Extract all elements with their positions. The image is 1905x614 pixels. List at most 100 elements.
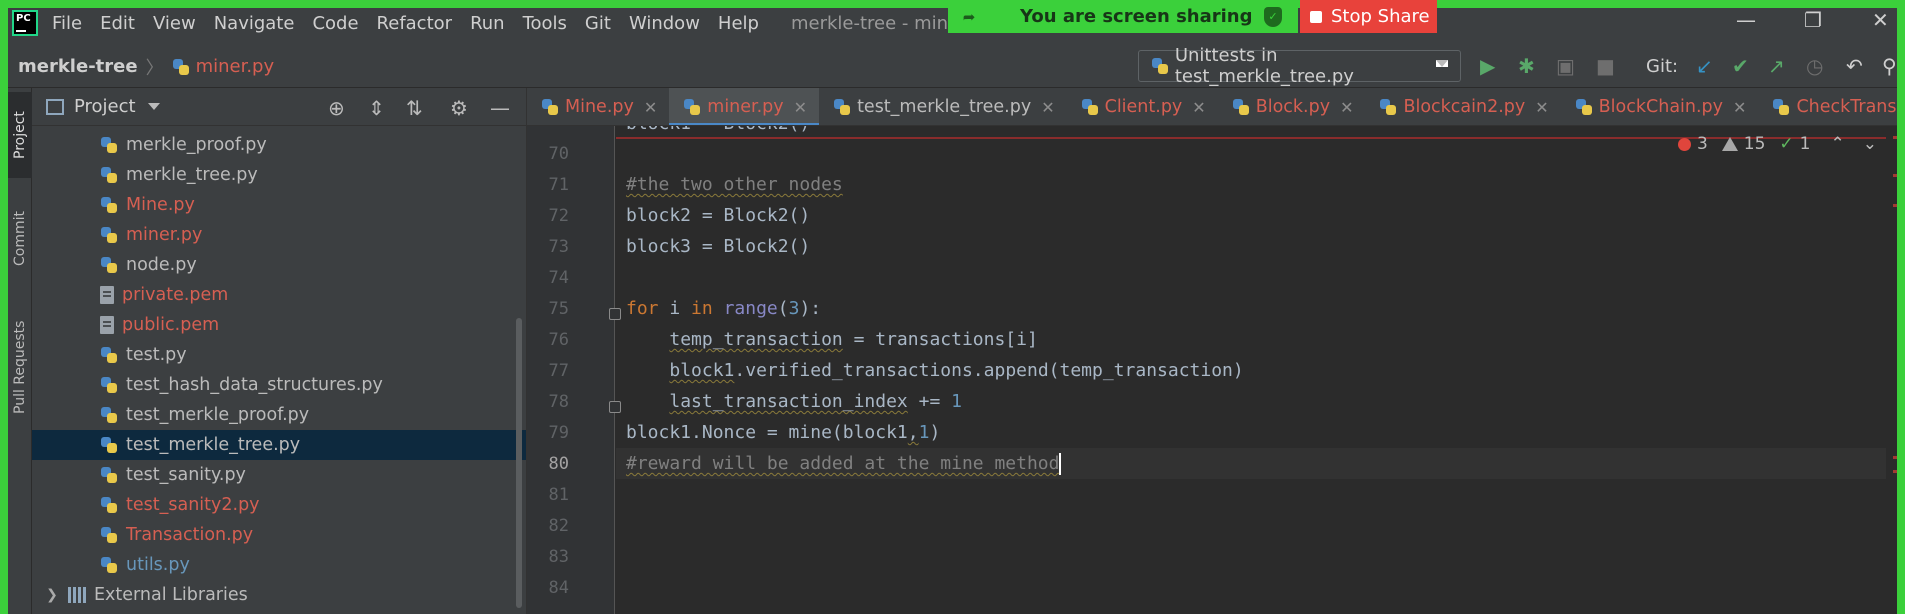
code-line-current: #reward will be added at the mine method	[616, 448, 1886, 479]
editor-tab[interactable]: Client.py ✕	[1067, 88, 1218, 125]
close-window-icon[interactable]: ✕	[1872, 8, 1889, 32]
line-number: 71	[548, 175, 569, 195]
python-file-icon	[100, 196, 118, 214]
chevron-right-icon[interactable]: ❯	[42, 587, 62, 603]
stop-icon[interactable]: ■	[1596, 54, 1615, 78]
editor: Mine.py ✕ miner.py ✕ test_merkle_tree.py ✕ …	[526, 88, 1905, 614]
tool-tab-pull-requests[interactable]: Pull Requests	[8, 302, 32, 432]
editor-tab[interactable]: Mine.py ✕	[527, 88, 669, 125]
line-number: 83	[548, 547, 569, 567]
editor-tab[interactable]: test_merkle_tree.py ✕	[819, 88, 1067, 125]
menu-git[interactable]: Git	[585, 13, 611, 34]
coverage-icon[interactable]: ▣	[1556, 54, 1575, 78]
git-push-icon[interactable]: ↗	[1768, 54, 1785, 78]
run-config-label: Unittests in test_merkle_tree.py	[1174, 45, 1354, 87]
tree-file[interactable]: test.py	[32, 340, 526, 370]
tree-file[interactable]: public.pem	[32, 310, 526, 340]
previous-highlight-icon[interactable]: ⌃	[1831, 134, 1845, 154]
code-line: last_transaction_index += 1	[669, 391, 962, 412]
close-tab-icon[interactable]: ✕	[794, 98, 807, 117]
tree-file[interactable]: test_sanity.py	[32, 460, 526, 490]
git-commit-icon[interactable]: ✔	[1732, 54, 1749, 78]
line-number-gutter[interactable]: 70 71 72 73 74 75 76 77 78 79 80 81 82 8…	[527, 126, 621, 614]
hide-panel-icon[interactable]: —	[490, 96, 510, 120]
expand-all-icon[interactable]: ⇕	[368, 96, 385, 120]
tree-external-libraries[interactable]: ❯ External Libraries	[32, 580, 526, 610]
tree-file[interactable]: node.py	[32, 250, 526, 280]
python-file-icon	[172, 58, 190, 76]
error-marker[interactable]	[1893, 136, 1903, 139]
restore-icon[interactable]: ❐	[1804, 8, 1822, 32]
error-count: 3	[1696, 134, 1708, 154]
inspection-widget[interactable]: 3 15 ✓ 1 ⌃ ⌄	[1677, 134, 1877, 154]
menu-file[interactable]: File	[52, 13, 82, 34]
stop-share-button[interactable]: Stop Share	[1300, 0, 1437, 33]
tree-file[interactable]: miner.py	[32, 220, 526, 250]
error-marker[interactable]	[1893, 470, 1903, 473]
git-update-icon[interactable]: ↙	[1696, 54, 1713, 78]
error-marker[interactable]	[1893, 456, 1903, 459]
menu-edit[interactable]: Edit	[100, 13, 135, 34]
tree-file[interactable]: test_merkle_proof.py	[32, 400, 526, 430]
tree-file[interactable]: merkle_tree.py	[32, 160, 526, 190]
code-line: block1.Nonce = mine(block1,1)	[626, 422, 941, 443]
python-file-icon	[1575, 98, 1593, 116]
close-tab-icon[interactable]: ✕	[1535, 98, 1548, 117]
tree-file[interactable]: utils.py	[32, 550, 526, 580]
error-stripe[interactable]	[1887, 126, 1905, 614]
menu-tools[interactable]: Tools	[523, 13, 567, 34]
debug-icon[interactable]: ✱	[1518, 54, 1535, 78]
error-marker[interactable]	[1893, 204, 1903, 207]
editor-tab[interactable]: BlockChain.py ✕	[1561, 88, 1759, 125]
error-marker[interactable]	[1893, 174, 1903, 177]
next-highlight-icon[interactable]: ⌄	[1863, 134, 1877, 154]
menu-refactor[interactable]: Refactor	[377, 13, 453, 34]
screen-sharing-banner: ➦ You are screen sharing ✓	[948, 0, 1298, 33]
locate-file-icon[interactable]: ⊕	[328, 96, 345, 120]
menu-code[interactable]: Code	[312, 13, 358, 34]
chevron-down-icon[interactable]	[147, 103, 160, 110]
python-file-icon	[100, 226, 118, 244]
navigation-bar: merkle-tree 〉 miner.py Unittests in test…	[0, 45, 1905, 88]
menu-run[interactable]: Run	[470, 13, 505, 34]
tree-file-selected[interactable]: test_merkle_tree.py	[32, 430, 526, 460]
editor-tab[interactable]: CheckTransaction.p	[1758, 88, 1905, 125]
rollback-icon[interactable]: ↶	[1846, 54, 1863, 78]
menu-view[interactable]: View	[153, 13, 196, 34]
collapse-all-icon[interactable]: ⇅	[406, 96, 423, 120]
tree-file[interactable]: test_sanity2.py	[32, 490, 526, 520]
project-panel-title[interactable]: Project	[74, 96, 136, 117]
gear-icon[interactable]: ⚙	[450, 96, 468, 120]
python-file-icon	[100, 406, 118, 424]
search-everywhere-icon[interactable]: ⚲	[1882, 54, 1897, 78]
close-tab-icon[interactable]: ✕	[1733, 98, 1746, 117]
close-tab-icon[interactable]: ✕	[1041, 98, 1054, 117]
tree-file[interactable]: Mine.py	[32, 190, 526, 220]
tree-file[interactable]: private.pem	[32, 280, 526, 310]
close-tab-icon[interactable]: ✕	[1340, 98, 1353, 117]
editor-tab[interactable]: Block.py ✕	[1218, 88, 1366, 125]
python-file-icon	[833, 98, 851, 116]
tree-file[interactable]: test_hash_data_structures.py	[32, 370, 526, 400]
menu-window[interactable]: Window	[629, 13, 700, 34]
run-configuration-select[interactable]: Unittests in test_merkle_tree.py	[1138, 45, 1461, 87]
breadcrumb-file[interactable]: miner.py	[196, 56, 275, 77]
project-scrollbar[interactable]	[516, 318, 522, 608]
tree-file[interactable]: Transaction.py	[32, 520, 526, 550]
close-tab-icon[interactable]: ✕	[644, 98, 657, 117]
tree-file[interactable]: merkle_proof.py	[32, 130, 526, 160]
tool-tab-project[interactable]: Project	[8, 92, 32, 178]
share-arrow-icon: ➦	[962, 7, 976, 26]
editor-tab-active[interactable]: miner.py ✕	[669, 88, 820, 125]
line-number: 74	[548, 268, 569, 288]
tool-tab-commit[interactable]: Commit	[8, 196, 32, 282]
menu-navigate[interactable]: Navigate	[214, 13, 295, 34]
menu-help[interactable]: Help	[718, 13, 759, 34]
git-history-icon[interactable]: ◷	[1806, 54, 1823, 78]
code-area[interactable]: block1 = Block2() #the two other nodes b…	[616, 126, 1886, 614]
close-tab-icon[interactable]: ✕	[1192, 98, 1205, 117]
minimize-icon[interactable]: —	[1736, 8, 1756, 32]
editor-tab[interactable]: Blockcain2.py ✕	[1365, 88, 1560, 125]
breadcrumb-project[interactable]: merkle-tree	[18, 56, 138, 77]
run-icon[interactable]: ▶	[1480, 54, 1495, 78]
